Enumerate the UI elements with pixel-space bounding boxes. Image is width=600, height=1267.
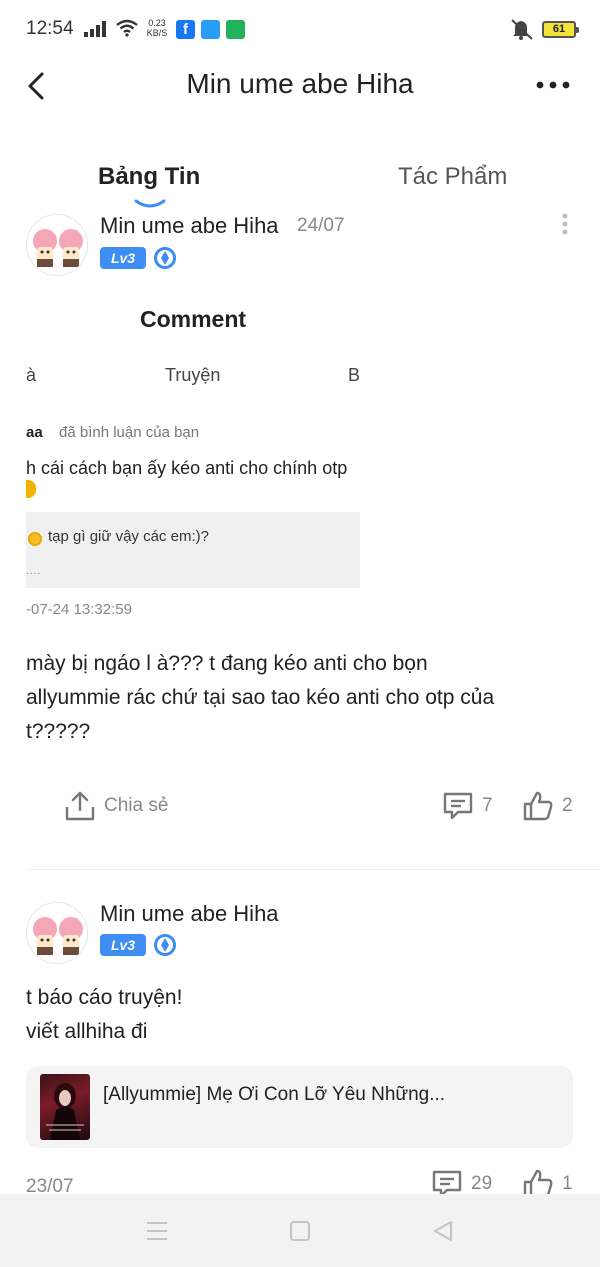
embedded-tab-right: B <box>348 365 360 385</box>
embedded-quote-text: tạp gì giữ vậy các em:)? <box>48 528 209 545</box>
gem-badge-icon <box>154 934 176 956</box>
share-button[interactable]: Chia sẻ <box>64 790 168 822</box>
share-label: Chia sẻ <box>104 795 169 816</box>
post-author[interactable]: Min ume abe Hiha <box>100 213 279 239</box>
tab-tac-pham[interactable]: Tác Phẩm <box>398 163 507 191</box>
status-bar: 12:54 0.23 KB/S f 61 <box>0 0 600 60</box>
avatar[interactable] <box>26 214 88 276</box>
app-icon <box>226 20 245 39</box>
post-date: 24/07 <box>297 215 345 236</box>
level-badge: Lv3 <box>100 934 146 956</box>
comment-button[interactable]: 7 <box>442 790 493 822</box>
like-count: 1 <box>562 1173 573 1194</box>
post-body-line: t báo cáo truyện! <box>26 986 183 1009</box>
post-body-line: t????? <box>26 720 91 743</box>
gem-badge-icon <box>154 247 176 269</box>
home-icon[interactable] <box>287 1218 313 1244</box>
back-icon[interactable] <box>430 1218 456 1244</box>
post-divider <box>26 869 600 870</box>
more-options-icon[interactable] <box>530 68 576 102</box>
avatar-image <box>33 229 83 267</box>
post-body: mày bị ngáo l à??? t đang kéo anti cho b… <box>26 647 494 749</box>
messenger-icon <box>201 20 220 39</box>
menu-icon[interactable] <box>144 1218 170 1244</box>
story-card[interactable]: [Allyummie] Mẹ Ơi Con Lỡ Yêu Những... <box>26 1066 573 1148</box>
active-tab-indicator <box>134 199 166 208</box>
like-count: 2 <box>562 795 573 816</box>
post-body: t báo cáo truyện! viết allhiha đi <box>26 981 182 1049</box>
facebook-icon: f <box>176 20 195 39</box>
embedded-screenshot[interactable]: Comment à Truyện B aa đã bình luận của b… <box>26 290 360 630</box>
wifi-icon <box>116 19 138 37</box>
signal-icon <box>84 21 106 37</box>
avatar[interactable] <box>26 902 88 964</box>
embedded-quote-box: tạp gì giữ vậy các em:)? .... <box>26 512 360 588</box>
page-title: Min ume abe Hiha <box>186 68 414 99</box>
embedded-comment-text: h cái cách bạn ấy kéo anti cho chính otp <box>26 458 348 478</box>
comment-count: 7 <box>482 795 493 816</box>
embedded-tab-left: à <box>26 365 37 385</box>
tab-bang-tin[interactable]: Bảng Tin <box>98 163 200 191</box>
comment-count: 29 <box>471 1173 493 1194</box>
post-author[interactable]: Min ume abe Hiha <box>100 901 279 927</box>
hand-emoji-icon <box>26 480 36 498</box>
post-options-icon[interactable] <box>556 212 574 238</box>
network-speed-value: 0.23 <box>148 18 166 28</box>
network-speed-unit: KB/S <box>146 28 168 38</box>
embedded-notif-action: đã bình luận của bạn <box>59 424 200 441</box>
mute-icon <box>511 19 533 40</box>
post-body-line: mày bị ngáo l à??? t đang kéo anti cho b… <box>26 652 428 675</box>
app-bar: Min ume abe Hiha <box>0 58 600 112</box>
thumbs-up-icon <box>523 791 553 821</box>
embedded-tab-truyen: Truyện <box>165 365 221 385</box>
coin-icon <box>28 532 42 546</box>
embedded-timestamp: -07-24 13:32:59 <box>26 601 132 618</box>
embedded-heading: Comment <box>140 306 247 332</box>
status-time: 12:54 <box>26 18 74 39</box>
share-icon <box>65 791 95 821</box>
avatar-image <box>33 917 83 955</box>
battery-level: 61 <box>552 23 566 35</box>
story-title: [Allyummie] Mẹ Ơi Con Lỡ Yêu Những... <box>103 1084 446 1105</box>
story-cover-image <box>40 1074 90 1140</box>
comment-icon <box>443 792 473 820</box>
post-body-line: viết allhiha đi <box>26 1020 148 1043</box>
embedded-quote-more: .... <box>26 566 42 577</box>
battery-icon: 61 <box>542 21 579 38</box>
embedded-notif-user: aa <box>26 424 43 441</box>
post-body-line: allyummie rác chứ tại sao tao kéo anti c… <box>26 686 495 709</box>
level-badge: Lv3 <box>100 247 146 269</box>
system-nav-bar <box>0 1194 600 1267</box>
like-button[interactable]: 2 <box>522 790 573 822</box>
network-speed: 0.23 KB/S <box>144 18 170 38</box>
